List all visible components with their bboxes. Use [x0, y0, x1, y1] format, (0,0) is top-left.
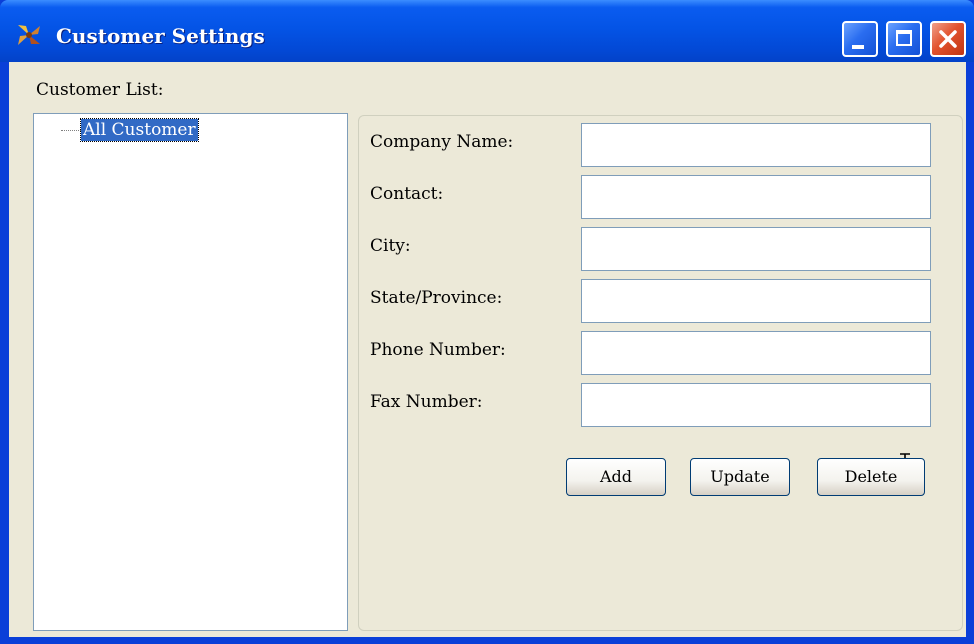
city-label: City: [370, 236, 411, 256]
window-title: Customer Settings [56, 24, 265, 48]
company-name-label: Company Name: [370, 132, 514, 152]
delete-button[interactable]: Delete [817, 458, 925, 496]
customer-tree[interactable]: All Customer [33, 113, 348, 631]
minimize-button[interactable] [842, 21, 878, 57]
city-field[interactable] [581, 227, 931, 271]
maximize-button[interactable] [886, 21, 922, 57]
add-button[interactable]: Add [566, 458, 666, 496]
fax-number-field[interactable] [581, 383, 931, 427]
contact-field[interactable] [581, 175, 931, 219]
phone-number-field[interactable] [581, 331, 931, 375]
company-name-field[interactable] [581, 123, 931, 167]
tree-connector [61, 130, 81, 131]
update-button[interactable]: Update [690, 458, 790, 496]
client-area: Customer List: All Customer Company Name… [9, 62, 966, 637]
customer-settings-window: Customer Settings Customer List: All Cus… [0, 0, 974, 644]
title-bar[interactable]: Customer Settings [0, 0, 974, 62]
pinwheel-icon [18, 25, 40, 45]
customer-list-label: Customer List: [36, 80, 164, 100]
close-icon [939, 30, 957, 48]
close-button[interactable] [930, 21, 966, 57]
phone-number-label: Phone Number: [370, 340, 506, 360]
state-province-field[interactable] [581, 279, 931, 323]
tree-item-all-customer[interactable]: All Customer [80, 118, 199, 142]
fax-number-label: Fax Number: [370, 392, 483, 412]
state-province-label: State/Province: [370, 288, 503, 308]
contact-label: Contact: [370, 184, 444, 204]
